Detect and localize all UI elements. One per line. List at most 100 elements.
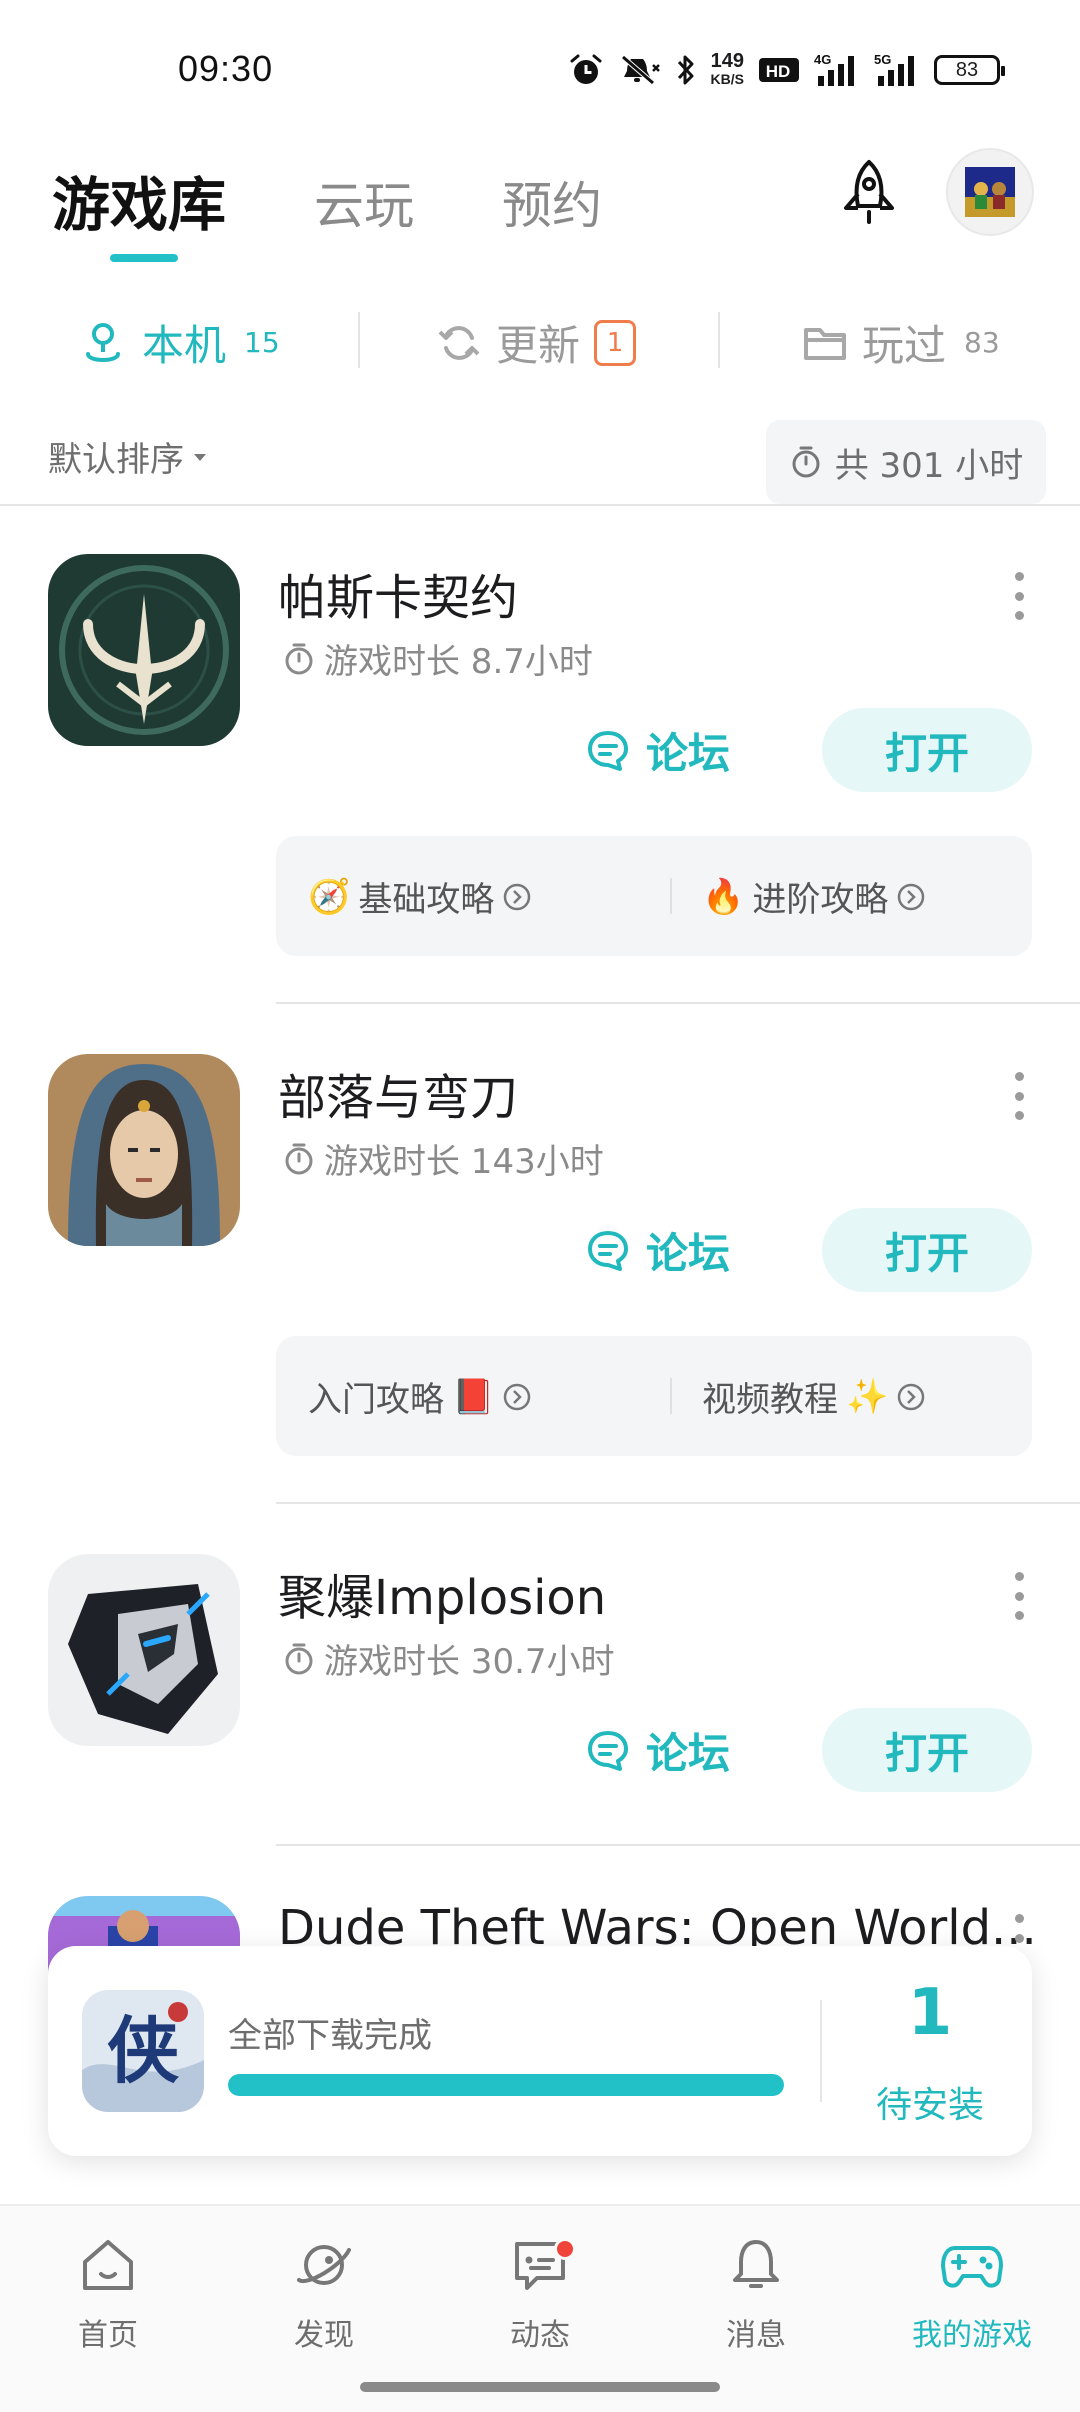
filter-tab-local[interactable]: 本机 15 [78,312,280,373]
svg-text:侠: 侠 [107,2008,180,2093]
filter-tab-played[interactable]: 玩过 83 [802,312,1000,373]
divider [358,312,360,368]
total-playtime: 共 301 小时 [766,420,1046,504]
divider [276,1002,1080,1004]
sort-dropdown[interactable]: 默认排序 [48,432,210,481]
guide-link-advanced[interactable]: 🔥 进阶攻略 [702,872,926,921]
nav-item-my-games[interactable]: 我的游戏 [882,2234,1062,2354]
game-icon-image-implosion [48,1554,240,1746]
game-icon[interactable] [48,554,240,746]
open-game-button[interactable]: 打开 [822,1208,1032,1292]
game-icon-image-bannerlord [48,1054,240,1246]
tab-reservation[interactable]: 预约 [502,166,602,238]
chevron-circle-icon [504,1383,531,1410]
divider [670,1378,672,1414]
filter-tab-count: 83 [964,326,1000,359]
bluetooth-icon [677,55,694,85]
gamepad-icon [941,2246,1003,2288]
game-playtime: 游戏时长 30.7小时 [282,1634,615,1683]
user-avatar[interactable] [946,148,1034,236]
stopwatch-icon [792,446,820,478]
forum-icon [588,1730,628,1771]
notification-dot [554,2238,576,2260]
open-game-button[interactable]: 打开 [822,708,1032,792]
guide-link-beginner[interactable]: 入门攻略 📕 [308,1372,532,1421]
guide-links: 入门攻略 📕 视频教程 ✨ [276,1336,1032,1456]
filter-tabs: 本机 15 更新 1 玩过 83 [0,290,1080,390]
nav-item-messages[interactable]: 消息 [666,2234,846,2354]
more-options-icon[interactable] [1012,1072,1026,1120]
stopwatch-icon [285,1143,313,1174]
game-icon[interactable] [48,1054,240,1246]
divider [718,312,720,368]
bell-icon [733,2240,779,2288]
divider [276,1844,1080,1846]
stopwatch-icon [285,1643,313,1674]
game-playtime: 游戏时长 8.7小时 [282,634,593,683]
refresh-icon [438,325,480,360]
forum-button[interactable]: 论坛 [584,1220,730,1281]
filter-tab-label: 玩过 [862,321,947,370]
caret-down-icon [194,453,206,461]
avatar-image [965,167,1015,217]
svg-text:5G: 5G [874,52,891,67]
divider [670,878,672,914]
net-speed: 149 KB/S [710,50,744,87]
signal-5g-icon: 5G [874,52,914,86]
update-badge: 1 [594,319,637,366]
filter-tab-label: 更新 [496,321,581,370]
chevron-circle-icon [898,1383,925,1410]
game-title[interactable]: 聚爆Implosion [278,1558,606,1628]
battery-icon: 83 [934,55,1005,85]
guide-link-video[interactable]: 视频教程 ✨ [702,1372,926,1421]
downloaded-game-icon: 侠 [82,1990,204,2112]
forum-icon [588,1230,628,1271]
folder-icon [804,327,846,360]
download-status-card[interactable]: 侠 全部下载完成 1 待安装 [48,1946,1032,2156]
game-icon[interactable] [48,1554,240,1746]
home-indicator[interactable] [360,2382,720,2392]
game-playtime: 游戏时长 143小时 [282,1134,604,1183]
game-icon-image-xia: 侠 [82,1990,204,2112]
forum-icon [588,730,628,771]
download-progress-bar [228,2074,784,2096]
status-bar: 09:30 149 KB/S HD 4G 5G 83 [0,0,1080,140]
open-game-button[interactable]: 打开 [822,1708,1032,1792]
pending-install-label: 待安装 [875,2085,984,2126]
divider [820,2000,822,2102]
download-status-text: 全部下载完成 [228,2016,432,2056]
top-header: 游戏库 云玩 预约 [0,140,1080,280]
game-title[interactable]: 帕斯卡契约 [278,558,518,628]
svg-text:HD: HD [766,62,791,81]
nav-item-discover[interactable]: 发现 [234,2234,414,2354]
tab-cloud-play[interactable]: 云玩 [314,166,414,238]
filter-tab-update[interactable]: 更新 1 [436,312,637,373]
signal-4g-icon: 4G [814,52,854,86]
game-icon-image-pascal [48,554,240,746]
mute-icon [620,55,660,85]
pending-install-count: 1 [907,1976,953,2050]
more-options-icon[interactable] [1012,1572,1026,1620]
filter-tab-label: 本机 [142,321,227,370]
forum-button[interactable]: 论坛 [584,720,730,781]
planet-icon [297,2245,351,2285]
game-title[interactable]: 部落与弯刀 [278,1058,518,1128]
more-options-icon[interactable] [1012,572,1026,620]
divider [276,1502,1080,1504]
hd-icon: HD [759,58,799,82]
download-progress-fill [228,2074,784,2096]
svg-text:4G: 4G [814,52,831,67]
active-tab-indicator [110,254,178,262]
guide-links: 🧭 基础攻略 🔥 进阶攻略 [276,836,1032,956]
total-playtime-label: 共 301 小时 [834,445,1024,486]
forum-button[interactable]: 论坛 [584,1720,730,1781]
rocket-icon[interactable] [832,156,906,230]
location-pin-icon [86,322,120,362]
guide-link-basic[interactable]: 🧭 基础攻略 [308,872,532,921]
status-time: 09:30 [178,48,274,89]
sort-label: 默认排序 [48,440,184,480]
chevron-circle-icon [504,883,531,910]
nav-item-home[interactable]: 首页 [18,2234,198,2354]
tab-game-library[interactable]: 游戏库 [52,158,226,242]
nav-item-feed[interactable]: 动态 [450,2234,630,2354]
